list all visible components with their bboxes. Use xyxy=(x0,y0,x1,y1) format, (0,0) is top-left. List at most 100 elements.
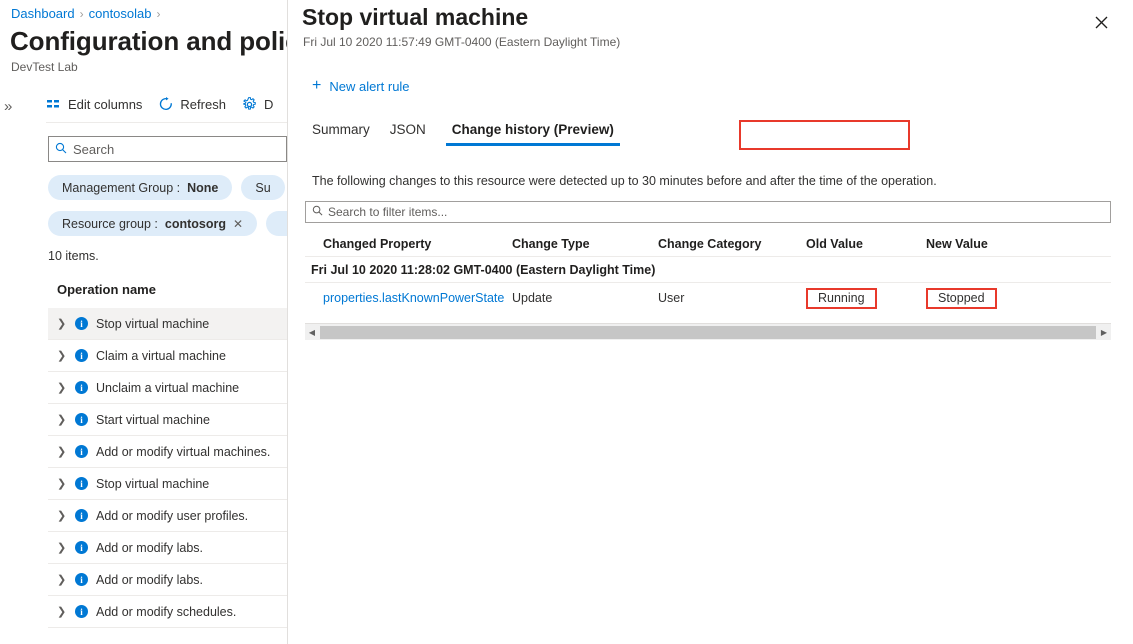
refresh-label: Refresh xyxy=(180,96,226,112)
info-icon: i xyxy=(75,605,88,618)
table-horizontal-scrollbar[interactable]: ◀ ▶ xyxy=(305,323,1111,340)
list-item-label: Add or modify labs. xyxy=(96,572,203,587)
filter-pill-label: Management Group : xyxy=(62,180,181,195)
info-icon: i xyxy=(75,413,88,426)
list-item-label: Start virtual machine xyxy=(96,412,210,427)
stop-virtual-machine-blade: Stop virtual machine Fri Jul 10 2020 11:… xyxy=(287,0,1133,644)
filter-pill-extra[interactable] xyxy=(266,211,287,236)
tab-label: Summary xyxy=(312,122,370,137)
list-item-label: Add or modify virtual machines. xyxy=(96,444,271,459)
chevron-right-icon[interactable]: ❯ xyxy=(57,541,67,554)
list-item[interactable]: ❯ i Add or modify virtual machines. xyxy=(48,436,287,468)
list-item[interactable]: ❯ i Stop virtual machine xyxy=(48,468,287,500)
page-subtitle: DevTest Lab xyxy=(11,60,78,74)
search-icon xyxy=(55,142,67,157)
filter-pill-management-group[interactable]: Management Group : None xyxy=(48,175,233,200)
list-item-label: Add or modify labs. xyxy=(96,540,203,555)
new-alert-rule-button[interactable]: + New alert rule xyxy=(312,78,410,94)
list-item[interactable]: ❯ i Stop virtual machine xyxy=(48,308,287,340)
screen-root: Dashboard › contosolab › Configuration and … xyxy=(0,0,1133,644)
chevron-right-icon[interactable]: ❯ xyxy=(57,605,67,618)
chevron-right-icon[interactable]: ❯ xyxy=(57,349,67,362)
breadcrumb-separator-icon: › xyxy=(156,7,161,21)
tab-summary[interactable]: Summary xyxy=(312,122,390,146)
edit-columns-label: Edit columns xyxy=(68,96,143,112)
list-item[interactable]: ❯ i Add or modify labs. xyxy=(48,564,287,596)
list-item[interactable]: ❯ i Add or modify labs. xyxy=(48,532,287,564)
list-item-label: Add or modify schedules. xyxy=(96,604,237,619)
filter-pill-subscription[interactable]: Su xyxy=(241,175,285,200)
filter-pill-label: Su xyxy=(255,180,271,195)
column-header-change-category[interactable]: Change Category xyxy=(658,237,806,251)
new-alert-rule-label: New alert rule xyxy=(329,78,410,94)
tab-label: Change history (Preview) xyxy=(451,122,614,137)
list-item[interactable]: ❯ i Add or modify user profiles. xyxy=(48,500,287,532)
diagnose-button[interactable]: D xyxy=(242,96,273,112)
info-icon: i xyxy=(75,541,88,554)
chevron-right-icon[interactable]: ❯ xyxy=(57,413,67,426)
edit-columns-button[interactable]: Edit columns xyxy=(46,96,142,112)
cell-old-value: Running xyxy=(806,287,877,309)
scrollbar-thumb[interactable] xyxy=(320,325,1096,339)
filter-items-placeholder: Search to filter items... xyxy=(328,205,448,219)
filter-pill-resource-group[interactable]: Resource group : contosorg ✕ xyxy=(48,211,258,236)
breadcrumb-item-dashboard[interactable]: Dashboard xyxy=(11,6,75,21)
list-item[interactable]: ❯ i Add or modify schedules. xyxy=(48,596,287,628)
table-group-header: Fri Jul 10 2020 11:28:02 GMT-0400 (Easte… xyxy=(305,257,1111,283)
filter-pill-row-1: Management Group : None Su xyxy=(48,175,285,200)
refresh-button[interactable]: Refresh xyxy=(158,96,226,112)
table-row[interactable]: properties.lastKnownPowerState Update Us… xyxy=(305,283,1111,313)
tab-json[interactable]: JSON xyxy=(390,122,446,146)
close-icon[interactable]: ✕ xyxy=(233,217,243,231)
filter-pill-value: None xyxy=(187,180,219,195)
filter-pill-value: contosorg xyxy=(164,216,226,231)
tab-active-underline xyxy=(445,143,620,146)
close-icon xyxy=(1095,16,1107,28)
tab-change-history[interactable]: Change history (Preview) xyxy=(445,122,620,146)
cell-change-category: User xyxy=(658,291,685,305)
chevron-right-icon[interactable]: ❯ xyxy=(57,317,67,330)
blade-tabs: Summary JSON Change history (Preview) xyxy=(312,122,620,146)
list-item[interactable]: ❯ i Unclaim a virtual machine xyxy=(48,372,287,404)
chevron-right-icon[interactable]: ❯ xyxy=(57,445,67,458)
close-button[interactable] xyxy=(1087,8,1115,36)
operation-name-column-header: Operation name xyxy=(57,282,156,297)
scroll-left-arrow-icon[interactable]: ◀ xyxy=(305,324,319,341)
column-header-change-type[interactable]: Change Type xyxy=(512,237,658,251)
info-icon: i xyxy=(75,317,88,330)
change-history-description: The following changes to this resource w… xyxy=(312,174,937,188)
chevron-double-right-icon[interactable]: » xyxy=(4,98,12,115)
chevron-right-icon[interactable]: ❯ xyxy=(57,381,67,394)
list-item[interactable]: ❯ i Start virtual machine xyxy=(48,404,287,436)
filter-items-input[interactable]: Search to filter items... xyxy=(305,201,1111,223)
cell-change-type: Update xyxy=(512,291,553,305)
command-bar-divider xyxy=(46,122,287,123)
command-bar: Edit columns Refresh D xyxy=(46,96,273,112)
chevron-right-icon[interactable]: ❯ xyxy=(57,477,67,490)
chevron-right-icon[interactable]: ❯ xyxy=(57,573,67,586)
change-history-table: Changed Property Change Type Change Cate… xyxy=(305,231,1111,313)
column-header-new-value[interactable]: New Value xyxy=(926,237,1046,251)
background-page: Dashboard › contosolab › Configuration and … xyxy=(0,0,287,644)
filter-pill-row-2: Resource group : contosorg ✕ xyxy=(48,211,287,236)
chevron-right-icon[interactable]: ❯ xyxy=(57,509,67,522)
list-item[interactable]: ❯ i Claim a virtual machine xyxy=(48,340,287,372)
annotation-box-change-history-tab xyxy=(739,120,910,150)
tab-label: JSON xyxy=(389,122,426,137)
info-icon: i xyxy=(75,509,88,522)
list-item-label: Claim a virtual machine xyxy=(96,348,226,363)
search-input[interactable]: Search xyxy=(48,136,287,162)
changed-property-link[interactable]: properties.lastKnownPowerState xyxy=(323,291,504,305)
plus-icon: + xyxy=(312,77,322,94)
list-item-label: Unclaim a virtual machine xyxy=(96,380,240,395)
info-icon: i xyxy=(75,477,88,490)
scroll-right-arrow-icon[interactable]: ▶ xyxy=(1097,324,1111,341)
refresh-icon xyxy=(158,96,174,112)
column-header-old-value[interactable]: Old Value xyxy=(806,237,926,251)
breadcrumb-item-contosolab[interactable]: contosolab xyxy=(89,6,152,21)
column-header-changed-property[interactable]: Changed Property xyxy=(305,237,512,251)
list-item-label: Add or modify user profiles. xyxy=(96,508,249,523)
list-item-label: Stop virtual machine xyxy=(96,476,210,491)
blade-title: Stop virtual machine xyxy=(302,4,529,30)
info-icon: i xyxy=(75,349,88,362)
